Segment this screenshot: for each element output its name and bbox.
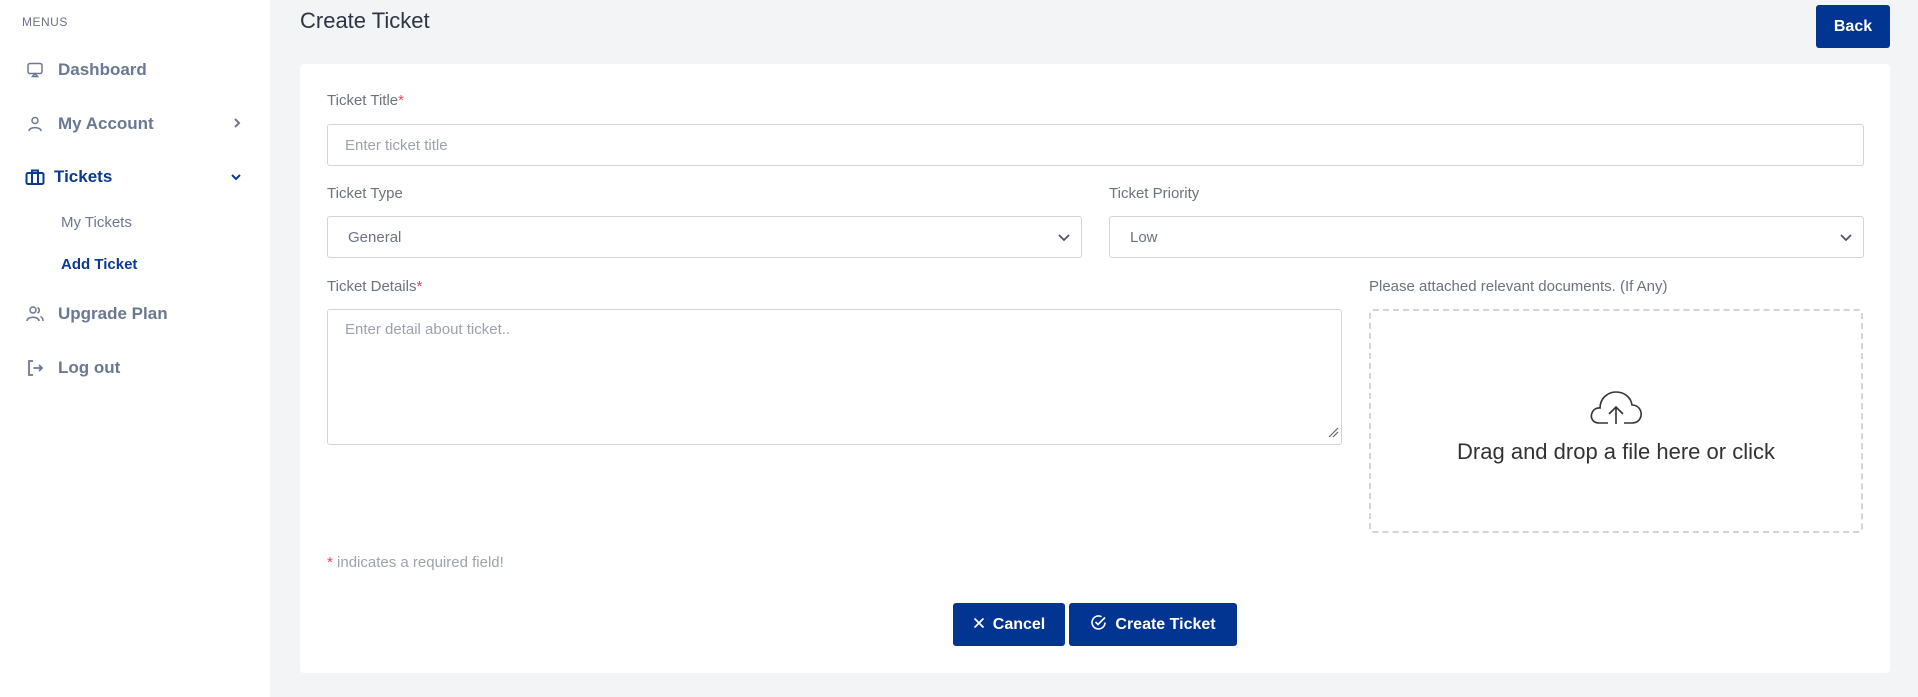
attachment-label: Please attached relevant documents. (If … <box>1369 278 1668 295</box>
ticket-type-select[interactable]: General <box>327 216 1082 258</box>
ticket-details-textarea[interactable]: Enter detail about ticket.. <box>327 309 1342 445</box>
ticket-details-label: Ticket Details* <box>327 278 423 295</box>
ticket-details-placeholder: Enter detail about ticket.. <box>345 321 511 338</box>
sidebar-item-label: Tickets <box>54 167 113 186</box>
chevron-down-icon <box>1057 228 1071 250</box>
sidebar-item-dashboard[interactable]: Dashboard <box>24 55 250 85</box>
back-button[interactable]: Back <box>1816 5 1890 48</box>
sidebar-subitem-add-ticket[interactable]: Add Ticket <box>61 256 137 273</box>
ticket-title-input[interactable]: Enter ticket title <box>327 124 1864 166</box>
user-icon <box>24 113 46 135</box>
create-ticket-button[interactable]: Create Ticket <box>1069 603 1237 646</box>
ticket-priority-select[interactable]: Low <box>1109 216 1864 258</box>
ticket-type-value: General <box>348 228 402 246</box>
ticket-title-label: Ticket Title* <box>327 92 404 109</box>
sidebar-item-my-account[interactable]: My Account <box>24 109 250 139</box>
required-asterisk: * <box>416 278 423 295</box>
sidebar-item-label: Upgrade Plan <box>58 304 168 323</box>
resize-handle-icon[interactable] <box>1327 425 1339 442</box>
required-field-note: * indicates a required field! <box>327 554 504 571</box>
sidebar-item-label: Log out <box>58 358 121 377</box>
sidebar-item-upgrade-plan[interactable]: Upgrade Plan <box>24 299 250 329</box>
page-title: Create Ticket <box>300 8 430 33</box>
ticket-title-placeholder: Enter ticket title <box>345 136 448 154</box>
cancel-button[interactable]: Cancel <box>953 603 1065 646</box>
required-asterisk: * <box>327 554 333 571</box>
dropzone-text: Drag and drop a file here or click <box>1457 439 1775 464</box>
users-icon <box>24 303 46 325</box>
chevron-down-icon <box>1839 228 1853 250</box>
ticket-type-label: Ticket Type <box>327 185 403 202</box>
sidebar-subitem-my-tickets[interactable]: My Tickets <box>61 214 132 231</box>
sidebar-item-tickets[interactable]: Tickets <box>24 162 250 192</box>
chevron-right-icon <box>232 116 242 132</box>
monitor-icon <box>24 59 46 81</box>
close-icon <box>973 616 985 634</box>
sidebar-item-label: My Account <box>58 114 154 133</box>
logout-icon <box>24 357 46 379</box>
sidebar: MENUS Dashboard My Account Tickets My Ti… <box>0 0 270 697</box>
file-dropzone[interactable]: Drag and drop a file here or click <box>1369 309 1863 533</box>
chevron-down-icon <box>230 169 242 185</box>
check-circle-icon <box>1090 614 1107 636</box>
sidebar-item-label: Dashboard <box>58 60 147 79</box>
required-asterisk: * <box>398 92 404 109</box>
ticket-priority-value: Low <box>1130 228 1158 246</box>
briefcase-icon <box>24 166 46 188</box>
ticket-priority-label: Ticket Priority <box>1109 185 1200 202</box>
menus-section-label: MENUS <box>22 15 68 29</box>
sidebar-item-log-out[interactable]: Log out <box>24 353 250 383</box>
cloud-upload-icon <box>1588 387 1644 430</box>
create-ticket-form: Ticket Title* Enter ticket title Ticket … <box>300 64 1890 673</box>
